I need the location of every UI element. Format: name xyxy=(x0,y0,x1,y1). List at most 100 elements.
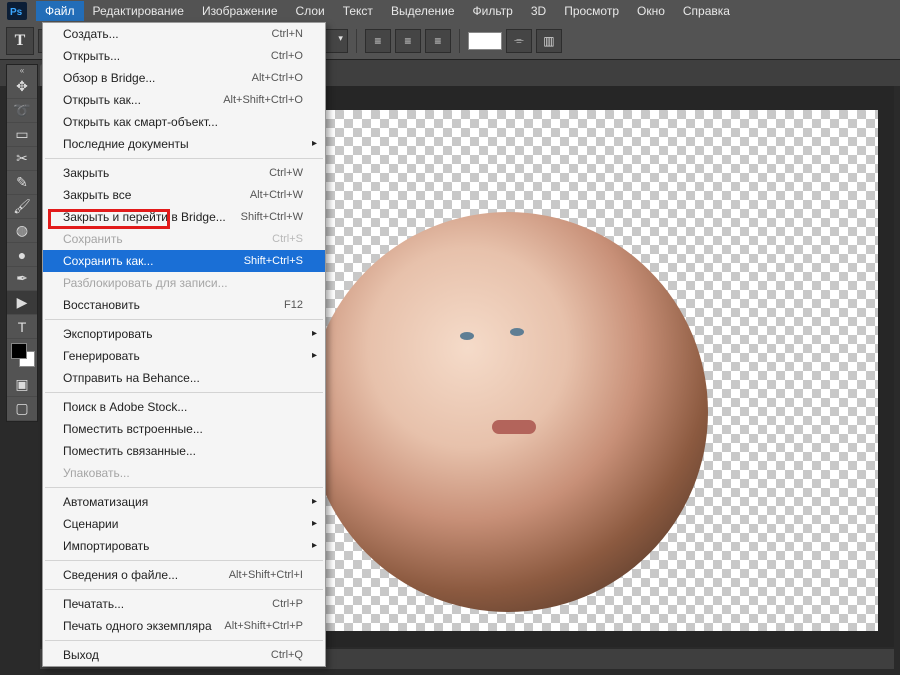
file-menu-item: Упаковать... xyxy=(43,462,325,484)
screenmode-toggle[interactable]: ▢ xyxy=(7,397,37,421)
file-menu-item: Разблокировать для записи... xyxy=(43,272,325,294)
file-menu-item[interactable]: Поместить встроенные... xyxy=(43,418,325,440)
eyedropper-icon: ✎ xyxy=(16,174,28,191)
menu-item-label: Упаковать... xyxy=(63,465,130,481)
menu-item-label: Сохранить xyxy=(63,231,123,247)
panel-icon: ▥ xyxy=(543,34,554,48)
menu-item-label: Поиск в Adobe Stock... xyxy=(63,399,187,415)
lasso-icon: ➰ xyxy=(13,102,30,119)
file-menu-item[interactable]: Экспортировать xyxy=(43,323,325,345)
file-menu-item[interactable]: Импортировать xyxy=(43,535,325,557)
menubar: Ps Файл Редактирование Изображение Слои … xyxy=(0,0,900,22)
text-color-swatch[interactable] xyxy=(468,32,502,50)
tool-brush[interactable]: 🖌 xyxy=(7,195,37,219)
file-menu-item[interactable]: Открыть как...Alt+Shift+Ctrl+O xyxy=(43,89,325,111)
menu-item-label: Закрыть и перейти в Bridge... xyxy=(63,209,226,225)
menu-text[interactable]: Текст xyxy=(334,1,382,21)
menu-item-label: Генерировать xyxy=(63,348,140,364)
tool-lasso[interactable]: ➰ xyxy=(7,99,37,123)
menu-item-label: Разблокировать для записи... xyxy=(63,275,228,291)
file-menu-item[interactable]: Поместить связанные... xyxy=(43,440,325,462)
menu-item-label: Открыть... xyxy=(63,48,120,64)
align-center-button[interactable]: ≡ xyxy=(395,29,421,53)
file-menu-item[interactable]: Печатать...Ctrl+P xyxy=(43,593,325,615)
menu-window[interactable]: Окно xyxy=(628,1,674,21)
menu-item-label: Отправить на Behance... xyxy=(63,370,200,386)
file-menu-item[interactable]: Отправить на Behance... xyxy=(43,367,325,389)
type-icon: T xyxy=(18,319,27,335)
file-menu-item[interactable]: Закрыть и перейти в Bridge... Shift+Ctrl+… xyxy=(43,206,325,228)
menu-item-label: Открыть как... xyxy=(63,92,141,108)
file-menu-item[interactable]: Сведения о файле...Alt+Shift+Ctrl+I xyxy=(43,564,325,586)
menu-item-label: Сохранить как... xyxy=(63,253,153,269)
menu-item-label: Сценарии xyxy=(63,516,118,532)
quickmask-toggle[interactable]: ▣ xyxy=(7,373,37,397)
crop-icon: ✂ xyxy=(16,150,28,167)
file-menu-item[interactable]: Последние документы xyxy=(43,133,325,155)
menu-item-label: Печать одного экземпляра xyxy=(63,618,212,634)
file-menu-item[interactable]: Создать...Ctrl+N xyxy=(43,23,325,45)
menu-item-shortcut: Shift+Ctrl+S xyxy=(244,253,303,269)
align-left-button[interactable]: ≡ xyxy=(365,29,391,53)
file-menu-item[interactable]: Восстановить F12 xyxy=(43,294,325,316)
tool-preset[interactable]: T xyxy=(6,27,34,55)
blur-icon: ● xyxy=(18,247,26,263)
menu-help[interactable]: Справка xyxy=(674,1,739,21)
menu-item-label: Импортировать xyxy=(63,538,149,554)
move-icon: ✥ xyxy=(16,78,28,95)
image-content xyxy=(308,212,708,612)
file-menu-item[interactable]: Сценарии xyxy=(43,513,325,535)
file-menu-item[interactable]: Открыть как смарт-объект... xyxy=(43,111,325,133)
tool-type[interactable]: T xyxy=(7,315,37,339)
marquee-icon: ▭ xyxy=(15,126,28,143)
menu-item-label: Закрыть xyxy=(63,165,109,181)
menu-item-shortcut: Alt+Ctrl+W xyxy=(250,187,303,203)
file-menu-item[interactable]: ЗакрытьCtrl+W xyxy=(43,162,325,184)
tool-marquee[interactable]: ▭ xyxy=(7,123,37,147)
align-left-icon: ≡ xyxy=(374,34,381,48)
foreground-color[interactable] xyxy=(11,343,27,359)
tool-blur[interactable]: ● xyxy=(7,243,37,267)
menu-filter[interactable]: Фильтр xyxy=(464,1,522,21)
color-wells[interactable] xyxy=(7,339,37,373)
tool-bucket[interactable]: ◍ xyxy=(7,219,37,243)
menu-item-label: Печатать... xyxy=(63,596,124,612)
warp-text-button[interactable]: ⌯ xyxy=(506,29,532,53)
file-menu-item[interactable]: Обзор в Bridge... Alt+Ctrl+O xyxy=(43,67,325,89)
align-center-icon: ≡ xyxy=(404,34,411,48)
menu-item-label: Выход xyxy=(63,647,99,663)
tool-eyedropper[interactable]: ✎ xyxy=(7,171,37,195)
menu-file[interactable]: Файл xyxy=(36,1,84,21)
menu-item-label: Обзор в Bridge... xyxy=(63,70,155,86)
tool-path-select[interactable]: ▶ xyxy=(7,291,37,315)
menu-3d[interactable]: 3D xyxy=(522,1,555,21)
toolbar-grip[interactable]: « xyxy=(7,65,37,75)
tool-move[interactable]: ✥ xyxy=(7,75,37,99)
menu-item-shortcut: Shift+Ctrl+W xyxy=(241,209,303,225)
menu-item-shortcut: F12 xyxy=(284,297,303,313)
align-right-button[interactable]: ≡ xyxy=(425,29,451,53)
file-menu-item: СохранитьCtrl+S xyxy=(43,228,325,250)
file-menu-item[interactable]: Сохранить как... Shift+Ctrl+S xyxy=(43,250,325,272)
menu-item-shortcut: Alt+Shift+Ctrl+I xyxy=(229,567,303,583)
character-panel-button[interactable]: ▥ xyxy=(536,29,562,53)
menu-view[interactable]: Просмотр xyxy=(555,1,628,21)
menu-item-shortcut: Alt+Ctrl+O xyxy=(252,70,303,86)
file-menu-item[interactable]: Поиск в Adobe Stock... xyxy=(43,396,325,418)
file-menu-item[interactable]: Печать одного экземпляраAlt+Shift+Ctrl+P xyxy=(43,615,325,637)
file-menu-item[interactable]: Автоматизация xyxy=(43,491,325,513)
file-menu-item[interactable]: Генерировать xyxy=(43,345,325,367)
tool-crop[interactable]: ✂ xyxy=(7,147,37,171)
brush-icon: 🖌 xyxy=(13,198,31,215)
menu-image[interactable]: Изображение xyxy=(193,1,287,21)
menu-select[interactable]: Выделение xyxy=(382,1,464,21)
menu-edit[interactable]: Редактирование xyxy=(84,1,193,21)
tool-pen[interactable]: ✒ xyxy=(7,267,37,291)
menu-layers[interactable]: Слои xyxy=(287,1,334,21)
menu-item-label: Открыть как смарт-объект... xyxy=(63,114,218,130)
menu-item-label: Восстановить xyxy=(63,297,140,313)
file-menu-item[interactable]: Открыть...Ctrl+O xyxy=(43,45,325,67)
file-menu-item[interactable]: Закрыть всеAlt+Ctrl+W xyxy=(43,184,325,206)
file-menu-item[interactable]: ВыходCtrl+Q xyxy=(43,644,325,666)
menu-item-label: Экспортировать xyxy=(63,326,153,342)
